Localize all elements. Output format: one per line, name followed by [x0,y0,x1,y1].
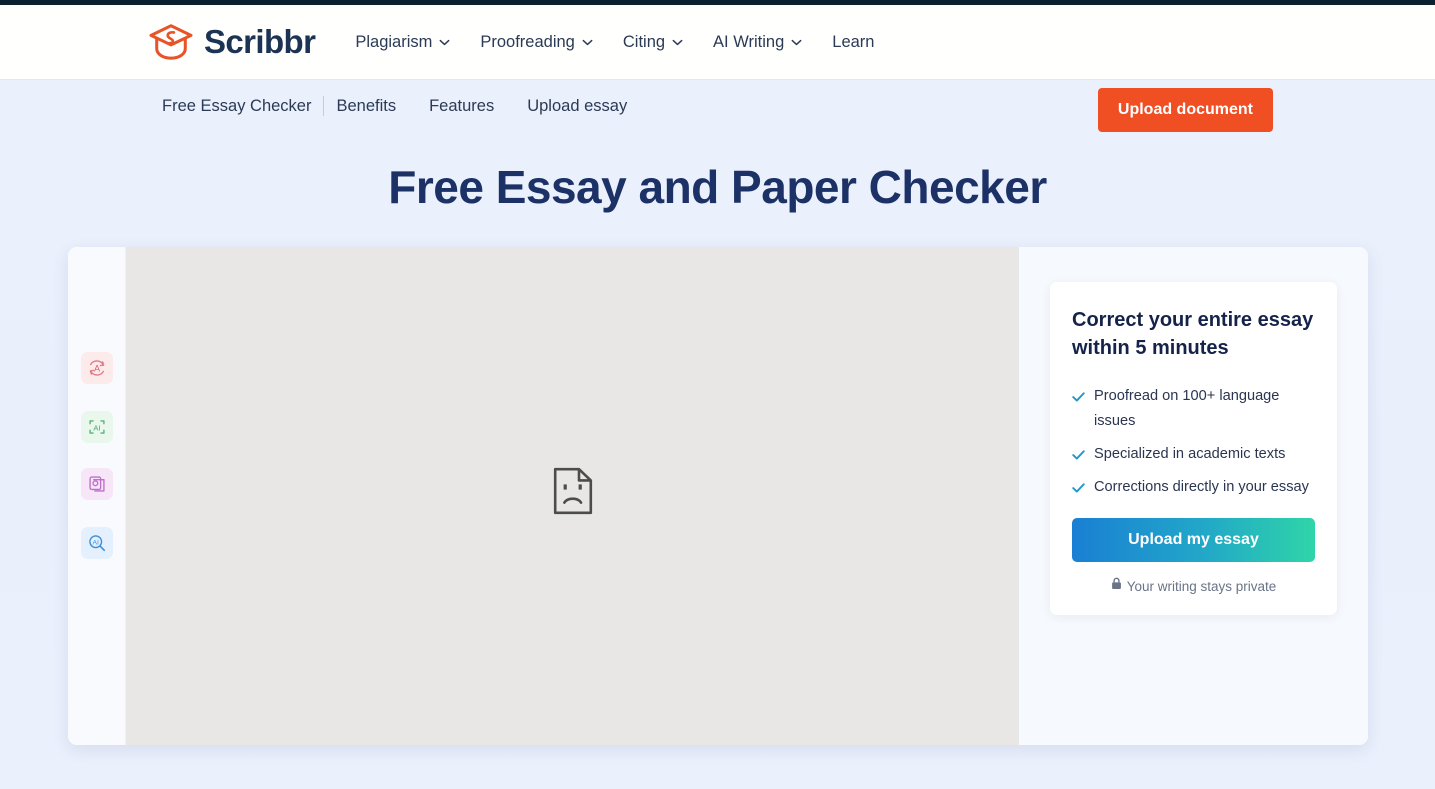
nav-label: AI Writing [713,32,785,51]
upload-my-essay-button[interactable]: Upload my essay [1072,518,1315,563]
list-item: Proofread on 100+ language issues [1072,384,1315,434]
privacy-text: Your writing stays private [1126,578,1277,594]
nav-item-proofreading[interactable]: Proofreading [480,32,593,52]
subnav-item-upload-essay[interactable]: Upload essay [527,97,627,116]
svg-text:AI: AI [93,423,100,432]
ai-proofreader-icon: AI [87,417,107,437]
subnav-item-features[interactable]: Features [429,97,494,116]
ai-detector-icon: AI [87,533,107,553]
nav-item-learn[interactable]: Learn [832,33,874,52]
nav-label: Plagiarism [355,32,433,51]
secondary-nav: Free Essay Checker Benefits Features Upl… [0,88,1435,133]
subnav-divider [323,96,325,116]
svg-text:A: A [94,364,101,374]
nav-label: Learn [832,32,875,51]
list-item: Corrections directly in your essay [1072,475,1315,500]
chevron-down-icon [672,39,683,46]
chevron-down-icon [791,39,802,46]
benefit-text: Corrections directly in your essay [1094,479,1309,496]
editor-tool-rail: A AI AI [68,247,126,745]
plagiarism-check-tool-button[interactable] [81,468,113,500]
ai-detector-tool-button[interactable]: AI [81,527,113,559]
plagiarism-check-icon [87,474,107,494]
site-header: Scribbr Plagiarism Proofreading Citing A… [0,5,1435,80]
document-editor-area[interactable] [126,247,1019,745]
subnav-item-free-essay-checker[interactable]: Free Essay Checker [162,97,311,116]
nav-item-plagiarism[interactable]: Plagiarism [355,33,450,52]
promo-card: Correct your entire essay within 5 minut… [1050,282,1337,616]
page-title: Free Essay and Paper Checker [388,161,1047,213]
nav-label: Proofreading [480,32,575,51]
ai-proofreader-tool-button[interactable]: AI [81,411,113,443]
benefit-list: Proofread on 100+ language issues Specia… [1072,384,1315,500]
svg-text:AI: AI [93,539,99,546]
grammar-check-icon: A [87,358,107,378]
nav-item-citing[interactable]: Citing [623,33,683,52]
privacy-note: Your writing stays private [1072,577,1315,595]
benefit-text: Specialized in academic texts [1094,446,1286,463]
nav-item-ai-writing[interactable]: AI Writing [713,33,802,52]
graduation-cap-icon [148,22,194,62]
promo-title: Correct your entire essay within 5 minut… [1072,309,1314,359]
logo-wordmark: Scribbr [204,23,316,60]
empty-document-sad-face-icon [553,467,593,520]
check-icon [1072,389,1085,407]
site-logo[interactable]: Scribbr [148,22,316,62]
lock-icon [1111,577,1122,595]
main-nav: Plagiarism Proofreading Citing AI Writin… [355,33,874,52]
secondary-nav-links: Free Essay Checker Benefits Features Upl… [162,96,627,116]
check-icon [1072,480,1085,498]
subnav-item-benefits[interactable]: Benefits [336,97,396,116]
benefit-text: Proofread on 100+ language issues [1094,388,1280,430]
promo-sidebar: Correct your entire essay within 5 minut… [1019,247,1368,745]
upload-document-button[interactable]: Upload document [1097,88,1273,132]
chevron-down-icon [439,39,450,46]
nav-label: Citing [622,32,666,51]
page-root: Scribbr Plagiarism Proofreading Citing A… [0,0,1435,789]
list-item: Specialized in academic texts [1072,442,1315,467]
check-icon [1072,447,1085,465]
grammar-check-tool-button[interactable]: A [81,352,113,384]
essay-checker-panel: A AI AI Correct your entire essay within… [68,247,1368,745]
chevron-down-icon [582,39,593,46]
